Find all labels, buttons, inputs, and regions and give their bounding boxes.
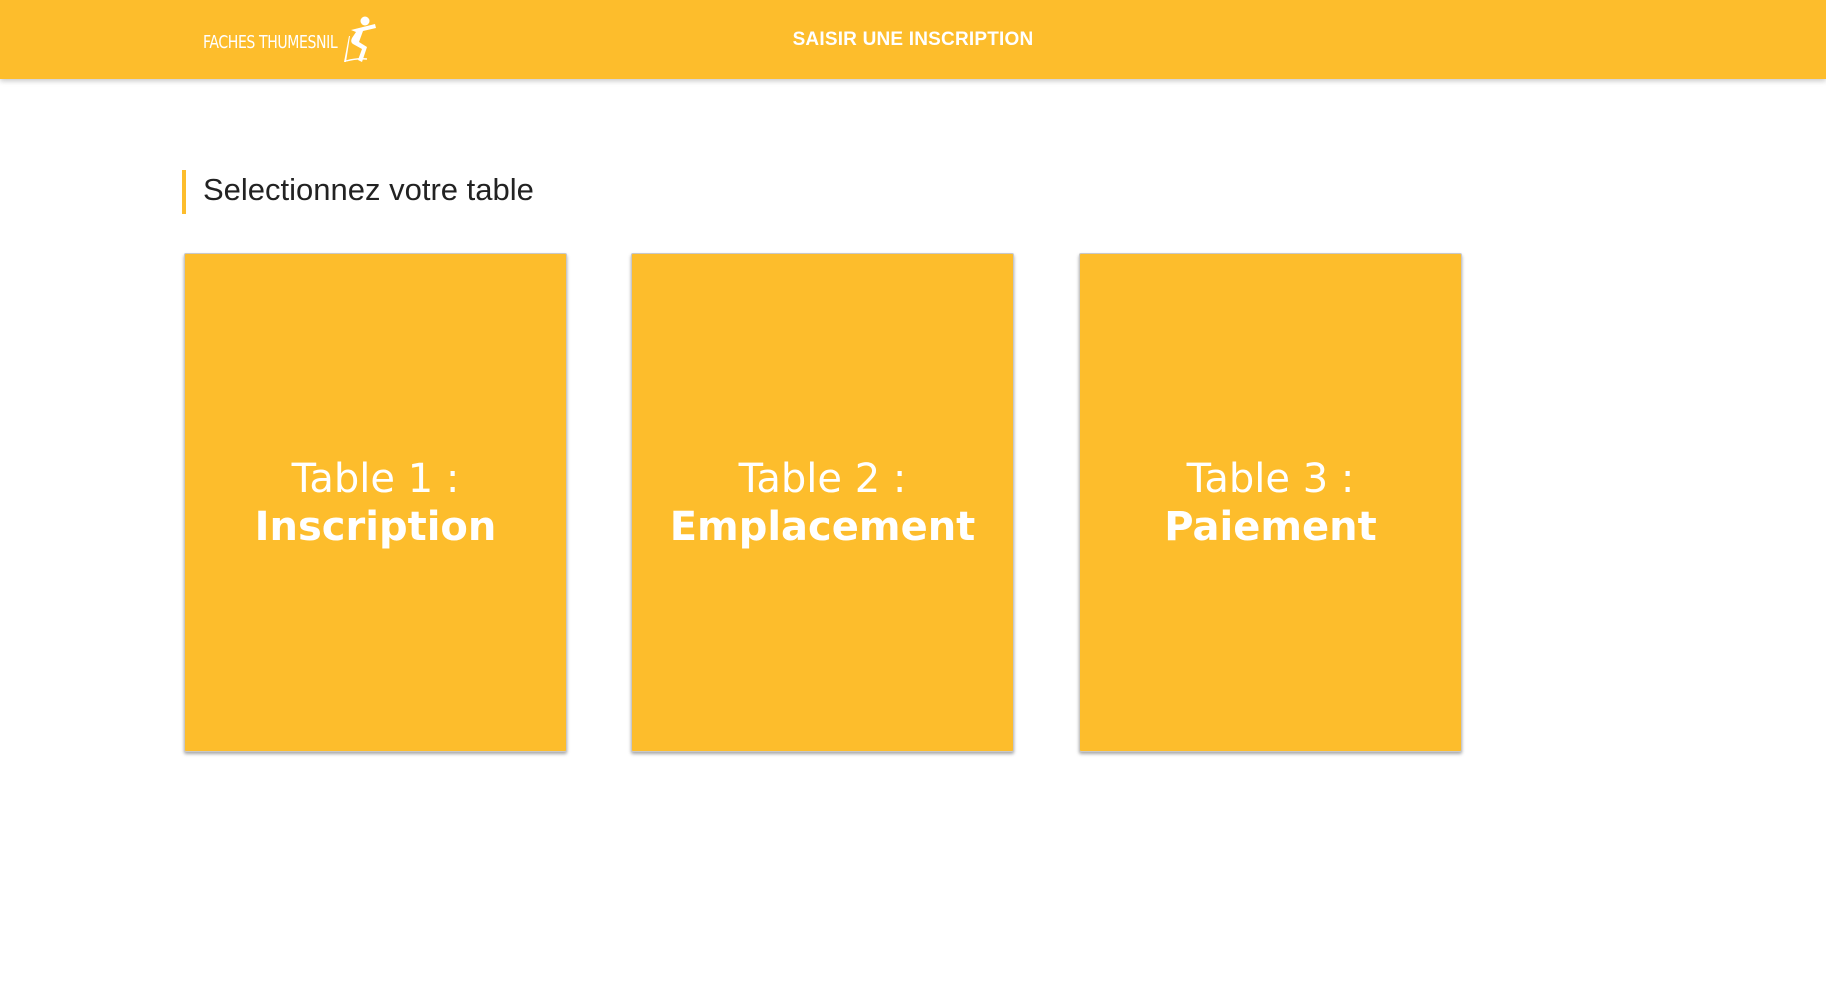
table-card-number: Table 3 : [1186,455,1355,502]
table-card-number: Table 1 : [291,455,460,502]
table-card-number: Table 2 : [738,455,907,502]
table-card-paiement[interactable]: Table 3 : Paiement [1079,253,1462,752]
table-card-label: Emplacement [669,503,976,550]
section-title: Selectionnez votre table [182,170,534,214]
table-card-inscription[interactable]: Table 1 : Inscription [184,253,567,752]
page-title: SAISIR UNE INSCRIPTION [792,29,1034,50]
table-card-emplacement[interactable]: Table 2 : Emplacement [631,253,1014,752]
table-card-label: Paiement [1164,503,1377,550]
app-header: FACHES THUMESNIL SAISIR UNE INSCRIPTION [0,0,1826,79]
table-card-label: Inscription [254,503,497,550]
